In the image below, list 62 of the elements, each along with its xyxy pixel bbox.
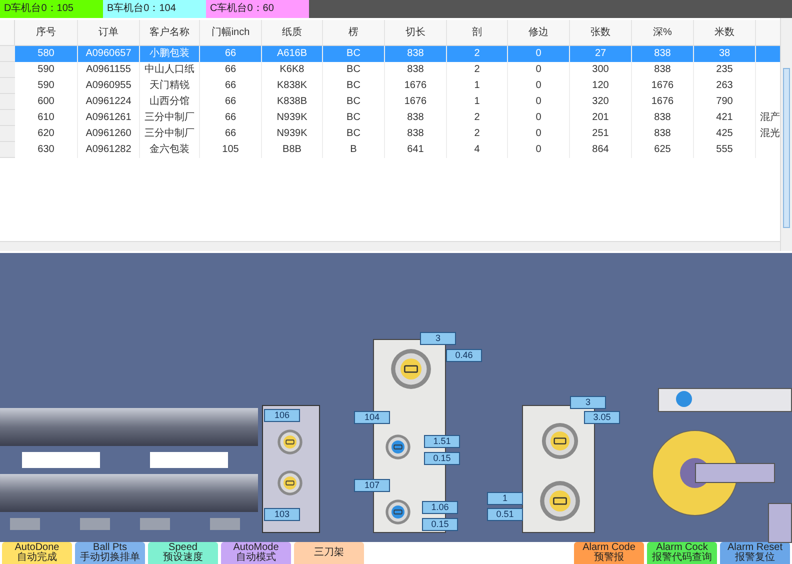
column-header[interactable]: 楞 — [323, 20, 385, 45]
table-cell: 625 — [632, 142, 694, 158]
column-header[interactable]: 剖 — [447, 20, 508, 45]
dial-icon — [385, 499, 411, 526]
vertical-scrollbar[interactable] — [780, 18, 792, 252]
column-header[interactable]: 修边 — [508, 20, 570, 45]
table-cell: 555 — [694, 142, 756, 158]
value-label: 0.15 — [422, 518, 458, 532]
column-header[interactable]: 序号 — [15, 20, 78, 45]
command-button[interactable]: Alarm Reset 报警复位 — [720, 542, 790, 564]
command-button[interactable]: AutoDone 自动完成 — [2, 542, 72, 564]
table-cell: B — [323, 142, 385, 158]
column-header[interactable]: 订单 — [78, 20, 140, 45]
column-header[interactable]: 纸质 — [262, 20, 323, 45]
command-button[interactable]: Alarm Code 预警报 — [574, 542, 644, 564]
table-cell: 105 — [200, 142, 262, 158]
table-cell-text: 混产 — [759, 110, 780, 125]
horizontal-scrollbar[interactable] — [0, 241, 780, 252]
value-label: 3.05 — [584, 411, 620, 424]
table-row[interactable]: 620 A0961260 三分中制厂 66 N939K BC 838 2 0 251 838 425 混光 — [0, 126, 780, 142]
dial-icon — [277, 470, 303, 496]
value-label: 107 — [354, 479, 390, 492]
table-cell: 金六包装 — [140, 142, 200, 158]
value-label: 103 — [264, 508, 300, 522]
command-button[interactable]: Alarm Cock 报警代码查询 — [647, 542, 717, 564]
table-cell: B8B — [262, 142, 323, 158]
column-header[interactable]: 米数 — [694, 20, 756, 45]
dial-icon — [541, 422, 579, 460]
table-cell: 0 — [508, 142, 570, 158]
command-button[interactable]: Speed 预设速度 — [148, 542, 218, 564]
table-cell-text: 混光 — [759, 126, 780, 141]
dial-icon — [539, 480, 581, 522]
column-header[interactable]: 张数 — [570, 20, 632, 45]
value-label: 0.51 — [487, 508, 523, 522]
dial-icon — [385, 434, 411, 460]
table-cell: 4 — [447, 142, 508, 158]
table-cell: 630 — [15, 142, 78, 158]
command-button[interactable]: 三刀架 — [294, 542, 364, 564]
table-cell: 641 — [385, 142, 447, 158]
dial-icon — [277, 429, 303, 456]
command-button[interactable]: AutoMode 自动模式 — [221, 542, 291, 564]
counter-label: D车机台0：105 — [0, 0, 103, 18]
value-label: 3 — [420, 332, 456, 346]
counter-label: B车机台0：104 — [103, 0, 206, 18]
column-header[interactable]: 切长 — [385, 20, 447, 45]
value-label: 1.51 — [424, 435, 460, 448]
value-label: 3 — [570, 396, 606, 410]
table-row[interactable]: 610 A0961261 三分中制厂 66 N939K BC 838 2 0 201 838 421 混产 — [0, 110, 780, 126]
value-label: 104 — [354, 411, 390, 424]
table-cell: A0961282 — [78, 142, 140, 158]
value-label: 1 — [487, 492, 523, 506]
value-label: 106 — [264, 409, 300, 422]
column-header[interactable]: 深% — [632, 20, 694, 45]
column-header[interactable]: 门幅inch — [200, 20, 262, 45]
value-label: 1.06 — [422, 501, 458, 514]
dial-icon — [390, 348, 432, 390]
command-button[interactable]: Ball Pts 手动切换排单 — [75, 542, 145, 564]
value-label: 0.15 — [424, 452, 460, 466]
column-header[interactable]: 客户名称 — [140, 20, 200, 45]
counter-label: C车机台0：60 — [206, 0, 309, 18]
table-cell: 864 — [570, 142, 632, 158]
value-label: 0.46 — [446, 349, 482, 362]
